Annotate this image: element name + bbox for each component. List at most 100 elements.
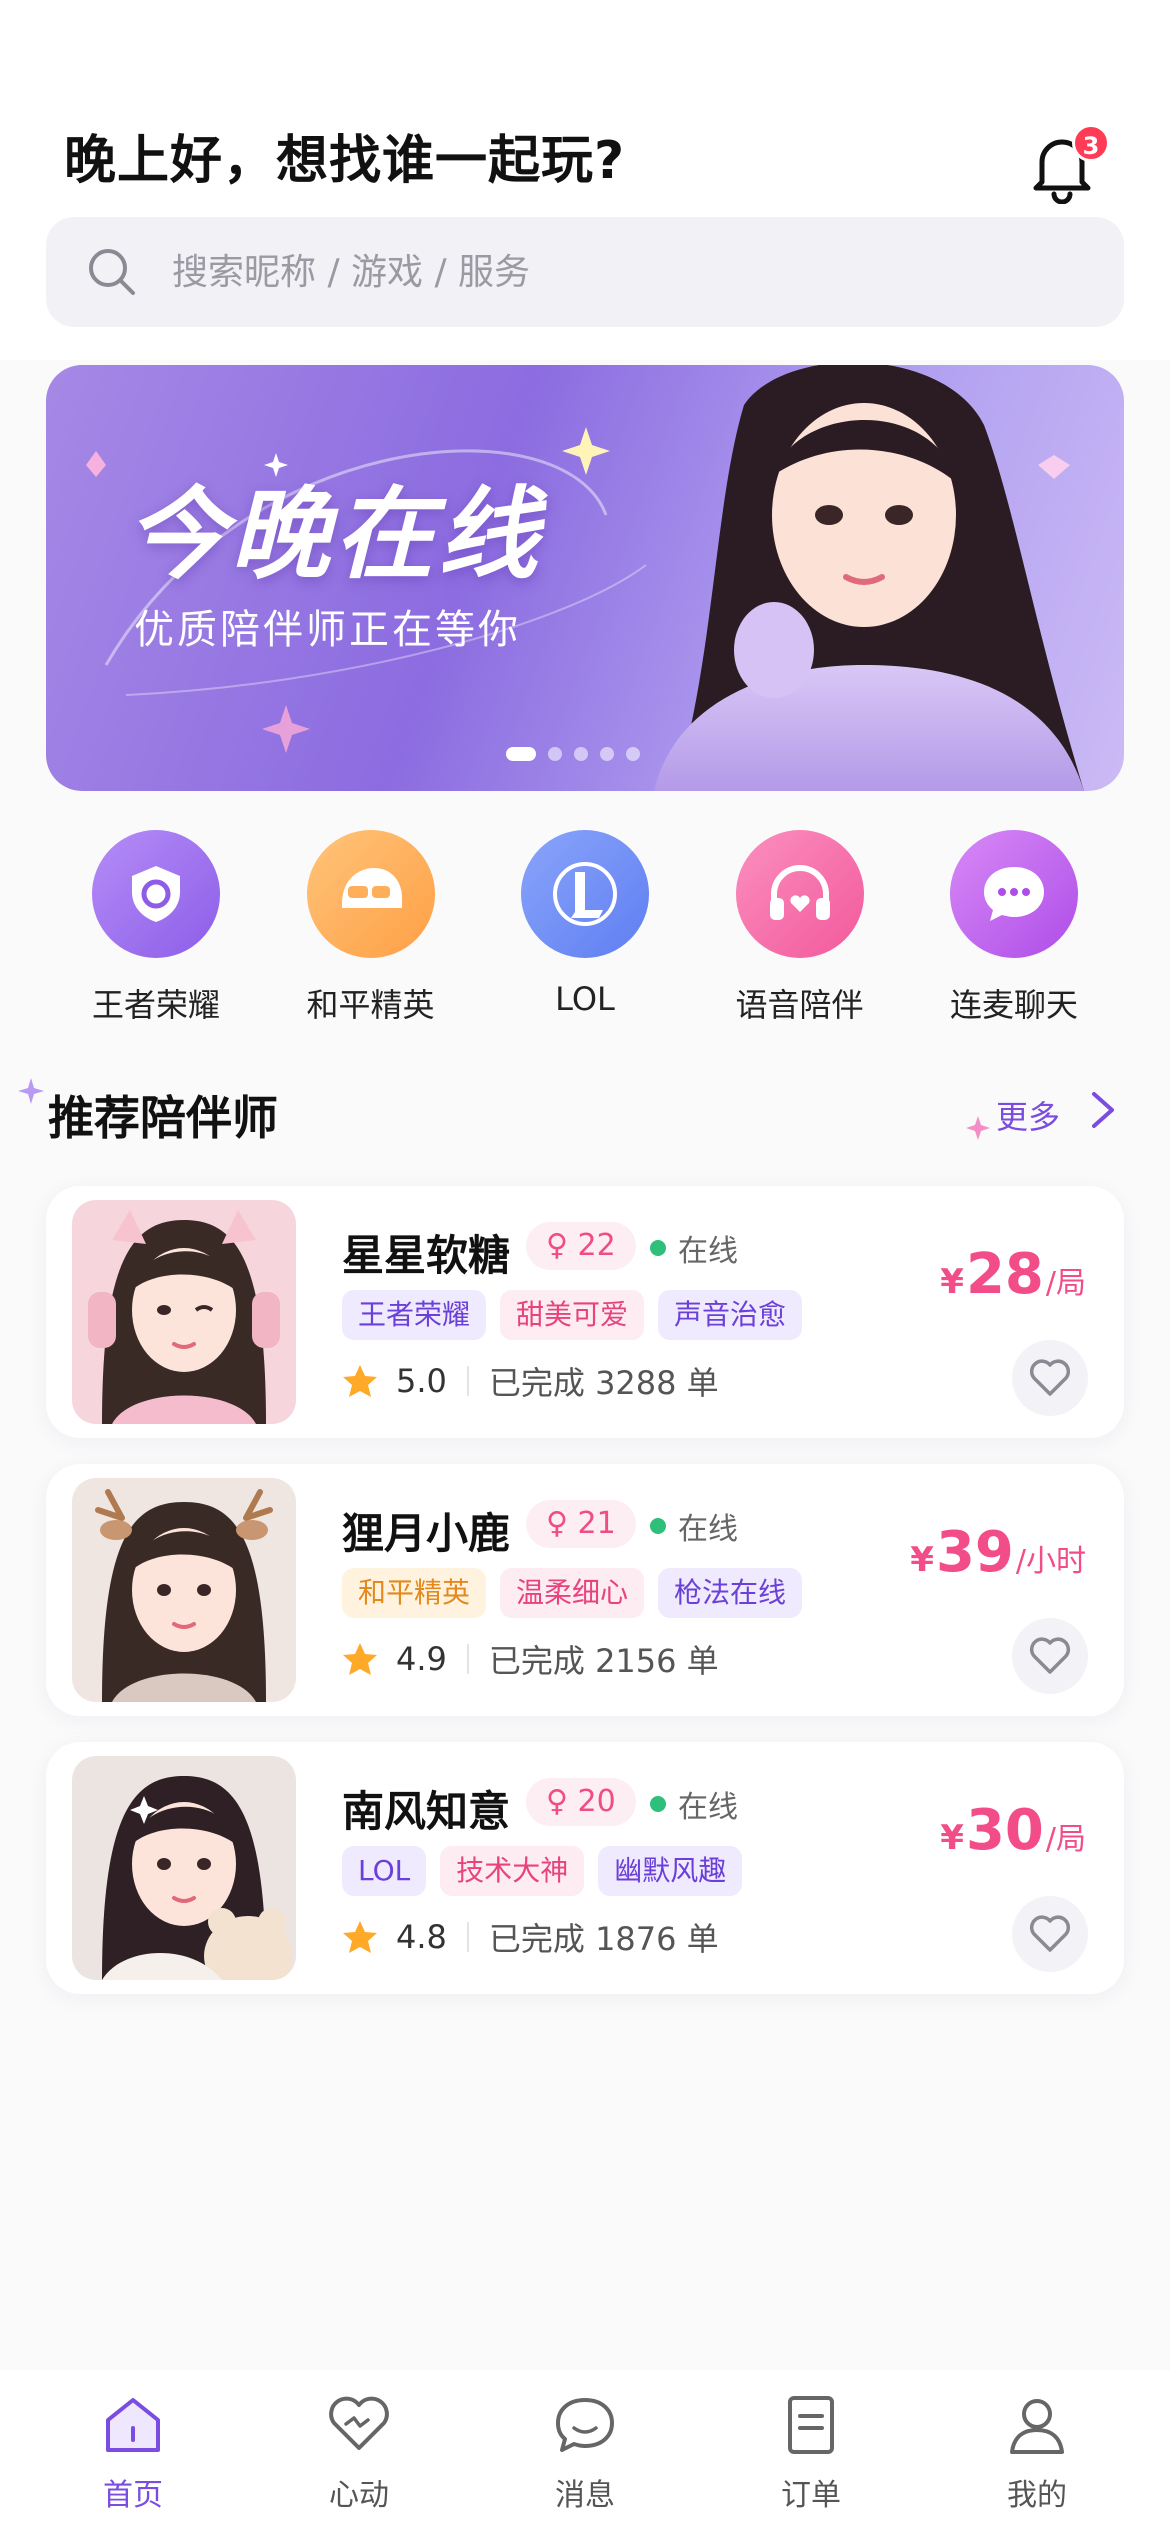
- category-label: 和平精英: [306, 986, 435, 1024]
- price-unit: /小时: [1015, 1544, 1086, 1579]
- price-value: 39: [935, 1520, 1014, 1585]
- more-link[interactable]: 更多: [996, 1092, 1060, 1138]
- avatar: [72, 1478, 296, 1702]
- tab-profile[interactable]: 我的: [957, 2370, 1117, 2532]
- online-dot: [650, 1240, 666, 1256]
- category-pubg-mobile[interactable]: 和平精英: [271, 830, 471, 1026]
- headphones-icon: [735, 830, 864, 958]
- favorite-button[interactable]: [1012, 1618, 1088, 1694]
- completed-orders: 已完成 3288 单: [488, 1364, 719, 1402]
- search-icon: [89, 249, 135, 295]
- section-title: 推荐陪伴师: [48, 1091, 278, 1145]
- price: ¥ 30 /局: [940, 1798, 1086, 1863]
- online-status-label: 在线: [678, 1234, 738, 1269]
- online-status: 在线: [650, 1782, 738, 1826]
- price: ¥ 39 /小时: [910, 1520, 1086, 1585]
- tab-home[interactable]: 首页: [53, 2370, 213, 2532]
- heart-icon: [1029, 1637, 1071, 1674]
- price-unit: /局: [1045, 1266, 1086, 1301]
- banner-pagination: [506, 747, 640, 761]
- companion-name: 狸月小鹿: [342, 1509, 511, 1558]
- category-voice-chat[interactable]: 连麦聊天: [914, 830, 1114, 1026]
- tag-list: LOL 技术大神 幽默风趣: [342, 1846, 743, 1896]
- gender-age-badge: ♀ 22: [526, 1222, 636, 1270]
- price: ¥ 28 /局: [940, 1242, 1086, 1307]
- heart-icon: [1029, 1359, 1071, 1396]
- completed-orders: 已完成 2156 单: [488, 1642, 719, 1680]
- tag: 声音治愈: [658, 1290, 803, 1340]
- price-unit: /局: [1045, 1822, 1086, 1857]
- online-dot: [650, 1518, 666, 1534]
- tab-heartbeat[interactable]: 心动: [279, 2370, 439, 2532]
- stats-row: 4.9 已完成 2156 单: [342, 1636, 719, 1682]
- tab-label: 订单: [781, 2478, 841, 2513]
- chevron-right-icon[interactable]: [1086, 1088, 1120, 1132]
- star-icon: [343, 1365, 377, 1397]
- companion-card[interactable]: 南风知意 ♀ 20 在线 LOL 技术大神 幽默风趣 4.8 已完成 1876 …: [46, 1742, 1124, 1994]
- price-currency: ¥: [940, 1818, 964, 1858]
- rating-value: 5.0: [396, 1362, 447, 1400]
- greeting-title: 晚上好，想找谁一起玩?: [64, 131, 626, 191]
- tab-label: 心动: [329, 2478, 389, 2513]
- category-honor-of-kings[interactable]: 王者荣耀: [56, 830, 256, 1026]
- banner-subtitle: 优质陪伴师正在等你: [134, 607, 521, 653]
- banner-dot[interactable]: [506, 747, 536, 761]
- divider: [466, 1366, 469, 1396]
- completed-orders: 已完成 1876 单: [488, 1920, 719, 1958]
- online-status: 在线: [650, 1504, 738, 1548]
- search-bar[interactable]: [46, 217, 1124, 327]
- stats-row: 5.0 已完成 3288 单: [342, 1358, 719, 1404]
- stats-row: 4.8 已完成 1876 单: [342, 1914, 719, 1960]
- tab-label: 消息: [555, 2478, 615, 2513]
- home-icon: [106, 2398, 160, 2452]
- tab-label: 首页: [103, 2478, 163, 2513]
- companion-name: 南风知意: [342, 1787, 511, 1836]
- search-input[interactable]: [172, 251, 972, 293]
- banner-dot[interactable]: [600, 747, 614, 761]
- category-row: 王者荣耀 和平精英 LOL 语音陪伴 连麦聊天: [46, 830, 1124, 1026]
- online-dot: [650, 1796, 666, 1812]
- category-lol[interactable]: LOL: [485, 830, 685, 1026]
- tag: 甜美可爱: [500, 1290, 645, 1340]
- tag-list: 王者荣耀 甜美可爱 声音治愈: [342, 1290, 803, 1340]
- companion-name: 星星软糖: [342, 1231, 511, 1280]
- online-status: 在线: [650, 1226, 738, 1270]
- banner-portrait-image: [654, 365, 1084, 791]
- sparkle-icon: [18, 1078, 44, 1104]
- star-icon: [343, 1643, 377, 1675]
- tag: LOL: [342, 1846, 427, 1896]
- category-voice-companion[interactable]: 语音陪伴: [700, 830, 900, 1026]
- tag: 幽默风趣: [598, 1846, 743, 1896]
- heart-icon: [329, 2396, 389, 2450]
- banner-dot[interactable]: [574, 747, 588, 761]
- promo-banner[interactable]: 今晚在线 优质陪伴师正在等你: [46, 365, 1124, 791]
- avatar: [72, 1756, 296, 1980]
- favorite-button[interactable]: [1012, 1896, 1088, 1972]
- banner-dot[interactable]: [626, 747, 640, 761]
- favorite-button[interactable]: [1012, 1340, 1088, 1416]
- tag-list: 和平精英 温柔细心 枪法在线: [342, 1568, 803, 1618]
- banner-dot[interactable]: [548, 747, 562, 761]
- tag: 王者荣耀: [342, 1290, 487, 1340]
- notification-badge: 3: [1072, 124, 1110, 162]
- companion-card[interactable]: 狸月小鹿 ♀ 21 在线 和平精英 温柔细心 枪法在线 4.9 已完成 2156…: [46, 1464, 1124, 1716]
- banner-title: 今晚在线: [126, 475, 542, 593]
- home-screen: 晚上好，想找谁一起玩? 3 今晚在线 优质陪伴师正在等你: [0, 0, 1170, 2532]
- divider: [466, 1644, 469, 1674]
- tab-messages[interactable]: 消息: [505, 2370, 665, 2532]
- category-label: LOL: [555, 980, 615, 1018]
- rating-value: 4.9: [396, 1640, 447, 1678]
- tag: 枪法在线: [658, 1568, 803, 1618]
- companion-card[interactable]: 星星软糖 ♀ 22 在线 王者荣耀 甜美可爱 声音治愈 5.0 已完成 3288…: [46, 1186, 1124, 1438]
- price-value: 28: [965, 1242, 1044, 1307]
- helmet-icon: [306, 830, 435, 958]
- divider: [466, 1922, 469, 1952]
- category-label: 王者荣耀: [91, 986, 220, 1024]
- heart-icon: [1029, 1915, 1071, 1952]
- online-status-label: 在线: [678, 1790, 738, 1825]
- tab-orders[interactable]: 订单: [731, 2370, 891, 2532]
- gender-age-badge: ♀ 20: [526, 1778, 636, 1826]
- online-status-label: 在线: [678, 1512, 738, 1547]
- price-value: 30: [965, 1798, 1044, 1863]
- sparkle-icon: [966, 1116, 990, 1140]
